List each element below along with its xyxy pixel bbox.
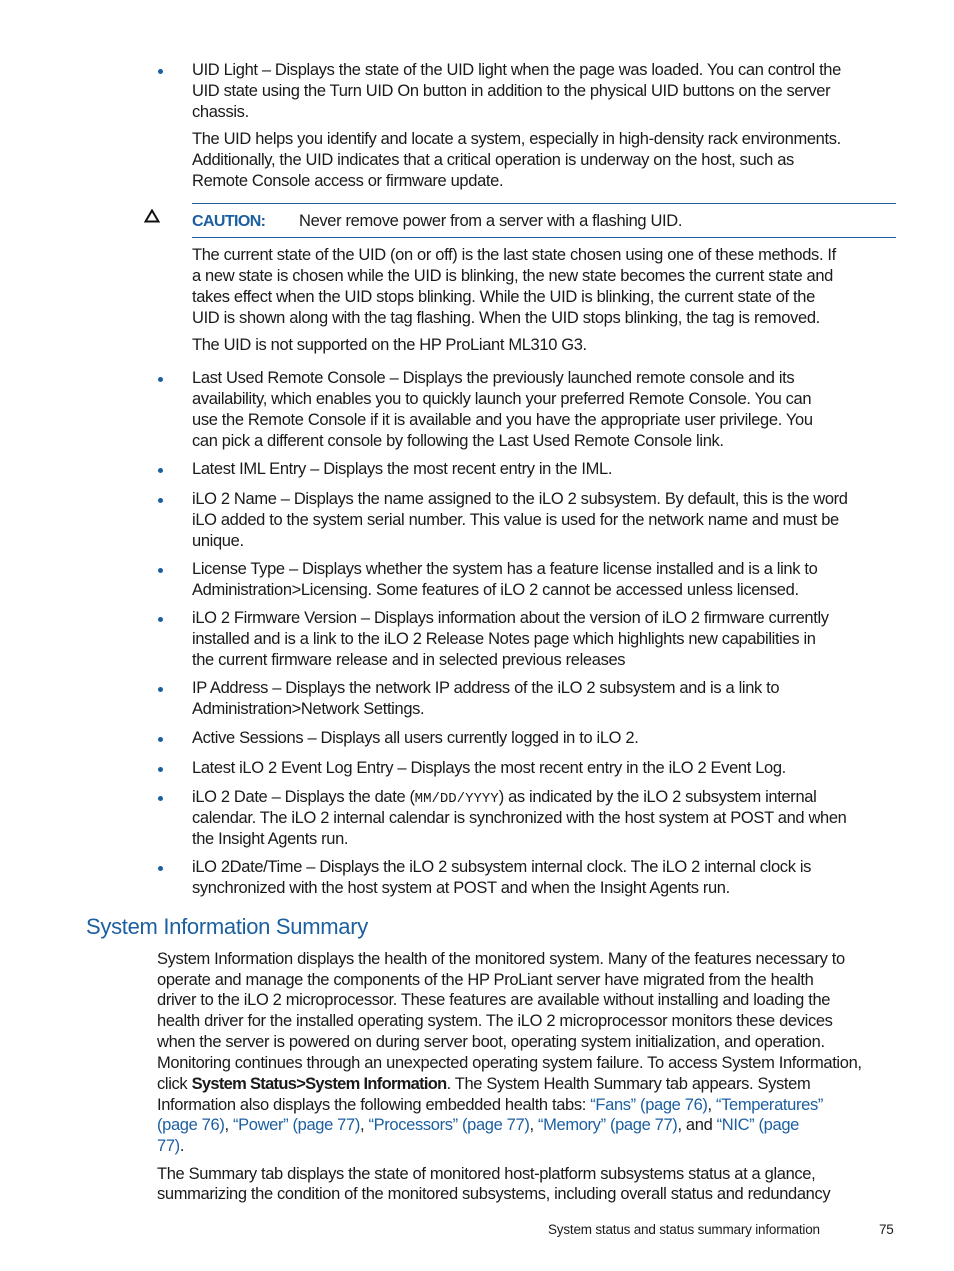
text-line: summarizing the condition of the monitor… — [157, 1185, 831, 1203]
text-line: click System Status>System Information. … — [157, 1074, 811, 1095]
page-number: 75 — [879, 1222, 894, 1237]
text-line: UID state using the Turn UID On button i… — [192, 82, 831, 100]
link-temperatures[interactable]: “Temperatures” — [716, 1096, 823, 1114]
text-segment: Information also displays the following … — [157, 1096, 591, 1114]
text-line: use the Remote Console if it is availabl… — [192, 411, 813, 429]
separator: , — [707, 1096, 717, 1114]
text-line: unique. — [192, 532, 244, 550]
text-line: operate and manage the components of the… — [157, 971, 814, 989]
text-line: Administration>Network Settings. — [192, 700, 425, 718]
text-line: 77). — [157, 1136, 184, 1157]
text-line: a new state is chosen while the UID is b… — [192, 267, 833, 285]
bullet-icon — [158, 687, 163, 692]
link-fans[interactable]: “Fans” (page 76) — [590, 1096, 708, 1114]
text-line: iLO 2Date/Time – Displays the iLO 2 subs… — [192, 858, 812, 876]
bullet-icon — [158, 617, 163, 622]
bullet-icon — [158, 866, 163, 871]
text-line: chassis. — [192, 103, 249, 121]
bullet-icon — [158, 767, 163, 772]
text-line: Monitoring continues through an unexpect… — [157, 1054, 862, 1072]
date-format-code: MM/DD/YYYY — [414, 791, 499, 807]
text-line: System Information displays the health o… — [157, 950, 845, 968]
divider — [192, 203, 896, 204]
link-processors[interactable]: “Processors” (page 77) — [368, 1116, 529, 1134]
text-line: (page 76), “Power” (page 77), “Processor… — [157, 1115, 799, 1136]
text-segment: iLO 2 Date – Displays the date ( — [192, 788, 415, 806]
text-segment: . — [179, 1137, 185, 1155]
section-heading: System Information Summary — [86, 914, 368, 939]
text-line: Administration>Licensing. Some features … — [192, 581, 799, 599]
text-line: Latest iLO 2 Event Log Entry – Displays … — [192, 759, 786, 777]
bullet-icon — [158, 69, 163, 74]
text-line: Remote Console access or firmware update… — [192, 172, 504, 190]
bullet-icon — [158, 468, 163, 473]
separator: , — [529, 1116, 538, 1134]
link-temperatures-page[interactable]: (page 76) — [157, 1116, 225, 1134]
footer-chapter-title: System status and status summary informa… — [548, 1222, 820, 1237]
text-line: takes effect when the UID stops blinking… — [192, 288, 815, 306]
text-line: The UID helps you identify and locate a … — [192, 130, 841, 148]
text-line: UID Light – Displays the state of the UI… — [192, 61, 841, 79]
text-line: installed and is a link to the iLO 2 Rel… — [192, 630, 816, 648]
bullet-icon — [158, 737, 163, 742]
link-nic-page[interactable]: 77) — [157, 1137, 180, 1155]
text-segment: ) as indicated by the iLO 2 subsystem in… — [498, 788, 817, 806]
text-line: iLO 2 Name – Displays the name assigned … — [192, 490, 848, 508]
text-line: Last Used Remote Console – Displays the … — [192, 369, 795, 387]
link-nic[interactable]: “NIC” (page — [717, 1116, 800, 1134]
text-line: calendar. The iLO 2 internal calendar is… — [192, 809, 847, 827]
bullet-icon — [158, 498, 163, 503]
text-line: iLO 2 Firmware Version – Displays inform… — [192, 609, 829, 627]
caution-triangle-icon — [144, 209, 160, 223]
text-line: the Insight Agents run. — [192, 830, 349, 848]
text-line: health driver for the installed operatin… — [157, 1012, 833, 1030]
bullet-icon — [158, 568, 163, 573]
text-line: when the server is powered on during ser… — [157, 1033, 825, 1051]
text-line: availability, which enables you to quick… — [192, 390, 812, 408]
menu-path: System Status>System Information — [191, 1075, 448, 1093]
text-line: The current state of the UID (on or off)… — [192, 246, 836, 264]
text-segment: . The System Health Summary tab appears.… — [446, 1075, 811, 1093]
text-line: iLO added to the system serial number. T… — [192, 511, 839, 529]
text-segment: click — [157, 1075, 192, 1093]
text-line: Additionally, the UID indicates that a c… — [192, 151, 794, 169]
bullet-icon — [158, 377, 163, 382]
text-line: Information also displays the following … — [157, 1095, 823, 1116]
text-line: The Summary tab displays the state of mo… — [157, 1165, 816, 1183]
text-line: can pick a different console by followin… — [192, 432, 724, 450]
text-line: IP Address – Displays the network IP add… — [192, 679, 780, 697]
text-line: iLO 2 Date – Displays the date (MM/DD/YY… — [192, 787, 817, 810]
link-memory[interactable]: “Memory” (page 77) — [538, 1116, 678, 1134]
text-line: driver to the iLO 2 microprocessor. Thes… — [157, 991, 831, 1009]
bullet-icon — [158, 796, 163, 801]
text-line: License Type – Displays whether the syst… — [192, 560, 818, 578]
text-line: the current firmware release and in sele… — [192, 651, 626, 669]
text-line: Active Sessions – Displays all users cur… — [192, 729, 639, 747]
text-line: UID is shown along with the tag flashing… — [192, 309, 820, 327]
link-power[interactable]: “Power” (page 77) — [233, 1116, 360, 1134]
divider — [192, 237, 896, 238]
caution-text: Never remove power from a server with a … — [299, 212, 683, 230]
separator: , — [224, 1116, 233, 1134]
text-line: Latest IML Entry – Displays the most rec… — [192, 460, 613, 478]
separator: , and — [677, 1116, 717, 1134]
caution-label: CAUTION: — [192, 213, 266, 230]
uid-not-supported: The UID is not supported on the HP ProLi… — [192, 336, 587, 354]
text-line: synchronized with the host system at POS… — [192, 879, 730, 897]
